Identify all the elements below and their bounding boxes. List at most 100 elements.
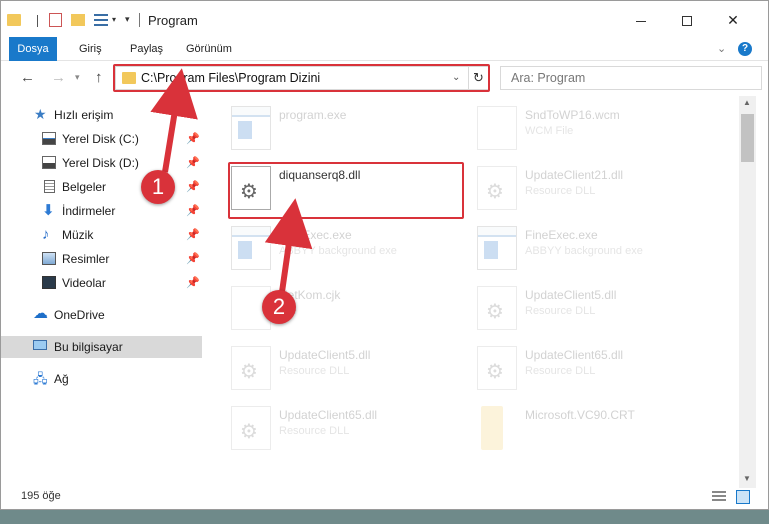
view-options-icon[interactable]	[94, 14, 108, 26]
file-item[interactable]: FineExec.exe ABBYY background exe	[477, 222, 717, 274]
help-icon[interactable]: ?	[738, 42, 752, 56]
navigation-pane: ★ Hızlı erişim Yerel Disk (C:) 📌 Yerel D…	[1, 96, 209, 456]
sidebar-item-label: Belgeler	[62, 180, 107, 194]
explorer-window: ▾ ▾ Program ✕ Dosya Giriş Paylaş Görünüm…	[0, 0, 769, 510]
pin-icon[interactable]: 📌	[186, 276, 200, 289]
file-type: Resource DLL	[279, 365, 350, 377]
pin-icon[interactable]: 📌	[186, 132, 200, 145]
search-placeholder: Ara: Program	[511, 71, 586, 85]
folder-icon	[7, 14, 21, 26]
file-item[interactable]: ⚙ UpdateClient65.dll Resource DLL	[231, 402, 471, 454]
up-arrow-icon[interactable]: ↑	[95, 69, 103, 86]
tab-file[interactable]: Dosya	[9, 37, 57, 61]
pin-icon[interactable]: 📌	[186, 156, 200, 169]
file-item[interactable]: ⚙ UpdateClient5.dll Resource DLL	[477, 282, 717, 334]
customize-toolbar-icon[interactable]: ▾	[125, 14, 130, 30]
file-type: Resource DLL	[525, 185, 596, 197]
file-name: UpdateClient65.dll	[279, 408, 378, 422]
pin-icon[interactable]: 📌	[186, 228, 200, 241]
drive-icon	[42, 156, 56, 169]
sidebar-item-videos[interactable]: Videolar 📌	[1, 272, 202, 294]
scrollbar-thumb[interactable]	[741, 114, 754, 162]
sidebar-item-music[interactable]: ♪ Müzik 📌	[1, 224, 202, 246]
file-item[interactable]: SndToWP16.wcm WCM File	[477, 102, 717, 154]
file-item[interactable]: program.exe	[231, 102, 471, 154]
file-name: FineExec.exe	[279, 228, 352, 242]
gear-icon: ⚙	[486, 361, 504, 383]
properties-icon[interactable]	[49, 13, 62, 27]
music-icon: ♪	[42, 226, 50, 243]
folder-icon	[481, 406, 503, 450]
tab-share[interactable]: Paylaş	[130, 37, 163, 61]
dll-icon: ⚙	[477, 286, 517, 330]
sidebar-item-label: Müzik	[62, 228, 94, 242]
callout-2: 2	[262, 290, 296, 324]
title-bar: ▾ ▾ Program ✕	[1, 1, 768, 37]
file-item[interactable]: FineExec.exe ABBYY background exe	[231, 222, 471, 274]
scroll-up-icon[interactable]: ▲	[743, 98, 751, 107]
back-arrow-icon[interactable]: ←	[20, 69, 35, 86]
tab-home[interactable]: Giriş	[79, 37, 102, 61]
callout-1: 1	[141, 170, 175, 204]
file-name: program.exe	[279, 108, 347, 122]
download-icon: ⬇	[42, 202, 55, 219]
sidebar-item-label: OneDrive	[54, 308, 105, 322]
address-row: ← → ▾ ↑ C:\Program Files\Program Dizini …	[1, 62, 768, 94]
maximize-button[interactable]	[664, 7, 710, 33]
sidebar-item-network[interactable]: 🖧 Ağ	[1, 368, 202, 390]
star-icon: ★	[34, 106, 47, 122]
sidebar-item-pictures[interactable]: Resimler 📌	[1, 248, 202, 270]
file-name: Microsoft.VC90.CRT	[525, 408, 635, 422]
minimize-button[interactable]	[618, 7, 664, 33]
file-item[interactable]: ⚙ UpdateClient21.dll Resource DLL	[477, 162, 717, 214]
exe-icon	[477, 226, 517, 270]
sidebar-item-onedrive[interactable]: ☁ OneDrive	[1, 304, 202, 326]
file-type: Resource DLL	[525, 365, 596, 377]
sidebar-item-label: Yerel Disk (C:)	[62, 132, 139, 146]
pictures-icon	[42, 252, 56, 265]
pin-icon[interactable]: 📌	[186, 180, 200, 193]
new-folder-icon[interactable]	[71, 14, 85, 26]
file-name: FineExec.exe	[525, 228, 598, 242]
gear-icon: ⚙	[240, 421, 258, 443]
chevron-down-icon[interactable]: ▾	[112, 15, 116, 31]
large-icons-view-icon[interactable]	[736, 490, 750, 504]
file-type: ABBYY background exe	[279, 245, 397, 257]
sidebar-item-this-pc[interactable]: Bu bilgisayar	[1, 336, 202, 358]
sidebar-item-local-disk-d[interactable]: Yerel Disk (D:) 📌	[1, 152, 202, 174]
close-icon: ✕	[727, 12, 739, 28]
cloud-icon: ☁	[33, 305, 48, 322]
file-name: UpdateClient5.dll	[279, 348, 371, 362]
dll-icon: ⚙	[231, 406, 271, 450]
file-item[interactable]: Microsoft.VC90.CRT	[477, 402, 717, 454]
sidebar-item-downloads[interactable]: ⬇ İndirmeler 📌	[1, 200, 202, 222]
tab-view[interactable]: Görünüm	[186, 37, 232, 61]
quick-access-separator	[37, 15, 38, 27]
title-separator	[139, 13, 140, 27]
expand-ribbon-icon[interactable]: ⌄	[717, 42, 726, 55]
exe-icon	[231, 226, 271, 270]
sidebar-item-local-disk-c[interactable]: Yerel Disk (C:) 📌	[1, 128, 202, 150]
close-button[interactable]: ✕	[710, 7, 756, 33]
file-item[interactable]: ⚙ UpdateClient65.dll Resource DLL	[477, 342, 717, 394]
details-view-icon[interactable]	[712, 491, 726, 503]
file-item[interactable]: ⚙ UpdateClient5.dll Resource DLL	[231, 342, 471, 394]
sidebar-item-label: İndirmeler	[62, 204, 116, 218]
videos-icon	[42, 276, 56, 289]
scroll-down-icon[interactable]: ▼	[743, 474, 751, 483]
file-name: UpdateClient21.dll	[525, 168, 624, 182]
vertical-scrollbar[interactable]: ▲ ▼	[739, 96, 756, 488]
sidebar-item-quick-access[interactable]: ★ Hızlı erişim	[1, 104, 202, 126]
recent-locations-icon[interactable]: ▾	[75, 72, 80, 83]
file-list: program.exe SndToWP16.wcm WCM File ⚙ diq…	[209, 96, 739, 456]
gear-icon: ⚙	[486, 301, 504, 323]
search-input[interactable]: Ara: Program	[500, 66, 762, 90]
item-count: 195 öğe	[21, 490, 61, 502]
computer-icon	[33, 340, 47, 350]
file-type: Resource DLL	[279, 425, 350, 437]
dll-icon: ⚙	[477, 346, 517, 390]
pin-icon[interactable]: 📌	[186, 204, 200, 217]
pin-icon[interactable]: 📌	[186, 252, 200, 265]
forward-arrow-icon[interactable]: →	[51, 69, 66, 86]
sidebar-item-label: Resimler	[62, 252, 110, 266]
